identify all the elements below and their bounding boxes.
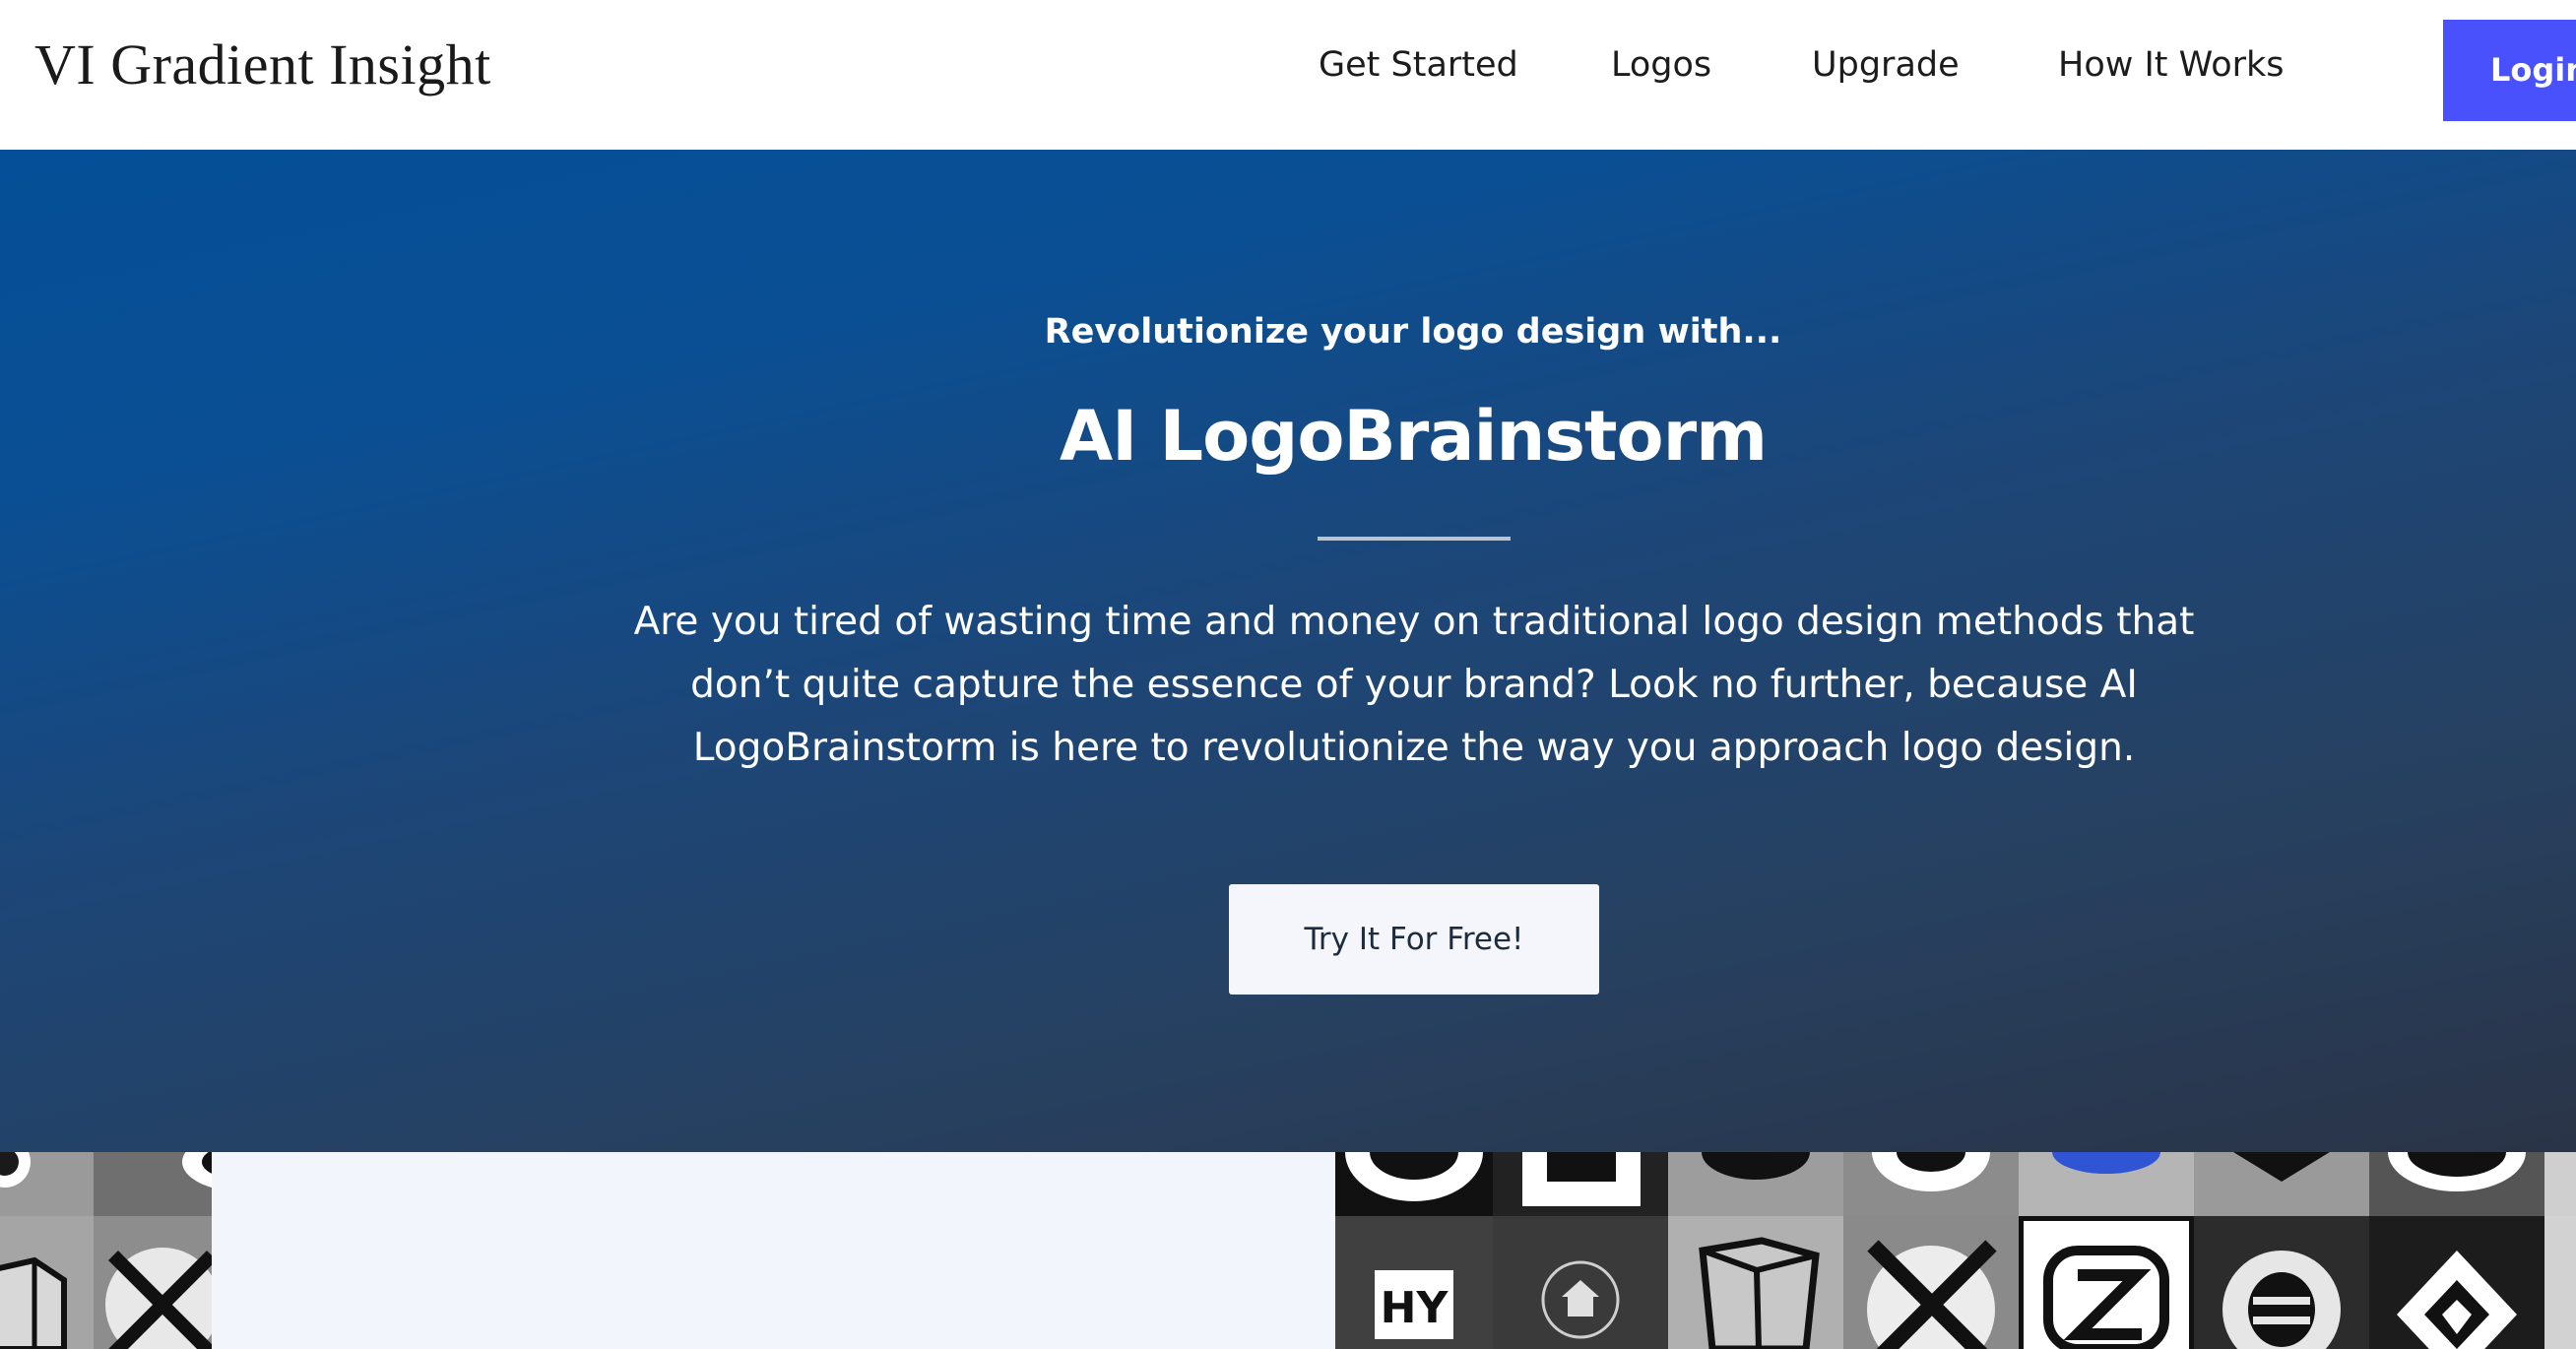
svg-text:HY: HY [1381, 1283, 1449, 1333]
circle-logo-icon [1335, 1152, 1493, 1216]
gallery-tile[interactable] [2544, 1216, 2576, 1349]
nav-logos[interactable]: Logos [1611, 45, 1711, 85]
circle-logo-icon [1843, 1152, 2019, 1216]
house-logo-icon [1493, 1216, 1668, 1349]
circle-logo-icon [2019, 1152, 2194, 1216]
stacked-bars-logo-icon [2194, 1216, 2369, 1349]
gallery-tile[interactable] [1843, 1216, 2019, 1349]
gallery-tile[interactable] [0, 1216, 94, 1349]
diamond-logo-icon [2369, 1216, 2544, 1349]
try-free-button[interactable]: Try It For Free! [1229, 884, 1599, 995]
circle-logo-icon [1668, 1152, 1843, 1216]
gallery-tile[interactable] [1843, 1152, 2019, 1216]
circle-logo-icon [2369, 1152, 2544, 1216]
nav-upgrade[interactable]: Upgrade [1812, 45, 1960, 85]
logo-gallery: HY [0, 1152, 2576, 1349]
crossed-tools-logo-icon [1843, 1216, 2019, 1349]
nav-get-started[interactable]: Get Started [1319, 45, 1518, 85]
gallery-tile[interactable] [1668, 1152, 1843, 1216]
gallery-tile[interactable] [1335, 1152, 1493, 1216]
gallery-tile[interactable] [1493, 1152, 1668, 1216]
nav-how-it-works[interactable]: How It Works [2058, 45, 2285, 85]
gallery-tile[interactable] [2019, 1152, 2194, 1216]
brand-logo[interactable]: VI Gradient Insight [34, 32, 491, 97]
gallery-tile[interactable] [2194, 1216, 2369, 1349]
letter-logo-icon [1493, 1152, 1668, 1216]
cube-logo-icon [1668, 1216, 1843, 1349]
gallery-tile[interactable] [0, 1152, 94, 1216]
site-header: VI Gradient Insight Get Started Logos Up… [0, 0, 2576, 150]
gallery-tile[interactable] [2194, 1152, 2369, 1216]
login-button[interactable]: Login [2443, 20, 2576, 121]
cube-logo-icon [0, 1216, 94, 1349]
hero-description: Are you tired of wasting time and money … [633, 600, 2195, 770]
hero-divider [1318, 537, 1511, 541]
gallery-tile[interactable] [1668, 1216, 1843, 1349]
gallery-tile[interactable]: HY [1335, 1216, 1493, 1349]
hero-eyebrow: Revolutionize your logo design with... [1044, 312, 1782, 352]
gallery-tile[interactable] [94, 1152, 212, 1216]
gallery-tile[interactable] [2369, 1216, 2544, 1349]
letter-logo-icon: HY [1335, 1216, 1493, 1349]
hero-section: Revolutionize your logo design with... A… [0, 150, 2576, 1152]
gallery-tile[interactable] [2369, 1152, 2544, 1216]
gallery-tile[interactable] [2019, 1216, 2194, 1349]
gallery-tile[interactable] [94, 1216, 212, 1349]
hero-title: AI LogoBrainstorm [1059, 396, 1768, 477]
gallery-tile[interactable] [1493, 1216, 1668, 1349]
diamond-logo-icon [2194, 1152, 2369, 1216]
gallery-tile[interactable] [2544, 1152, 2576, 1216]
crossed-tools-logo-icon [94, 1216, 212, 1349]
circle-logo-icon [94, 1152, 212, 1216]
circle-logo-icon [0, 1152, 94, 1216]
z-monogram-logo-icon [2019, 1216, 2194, 1349]
